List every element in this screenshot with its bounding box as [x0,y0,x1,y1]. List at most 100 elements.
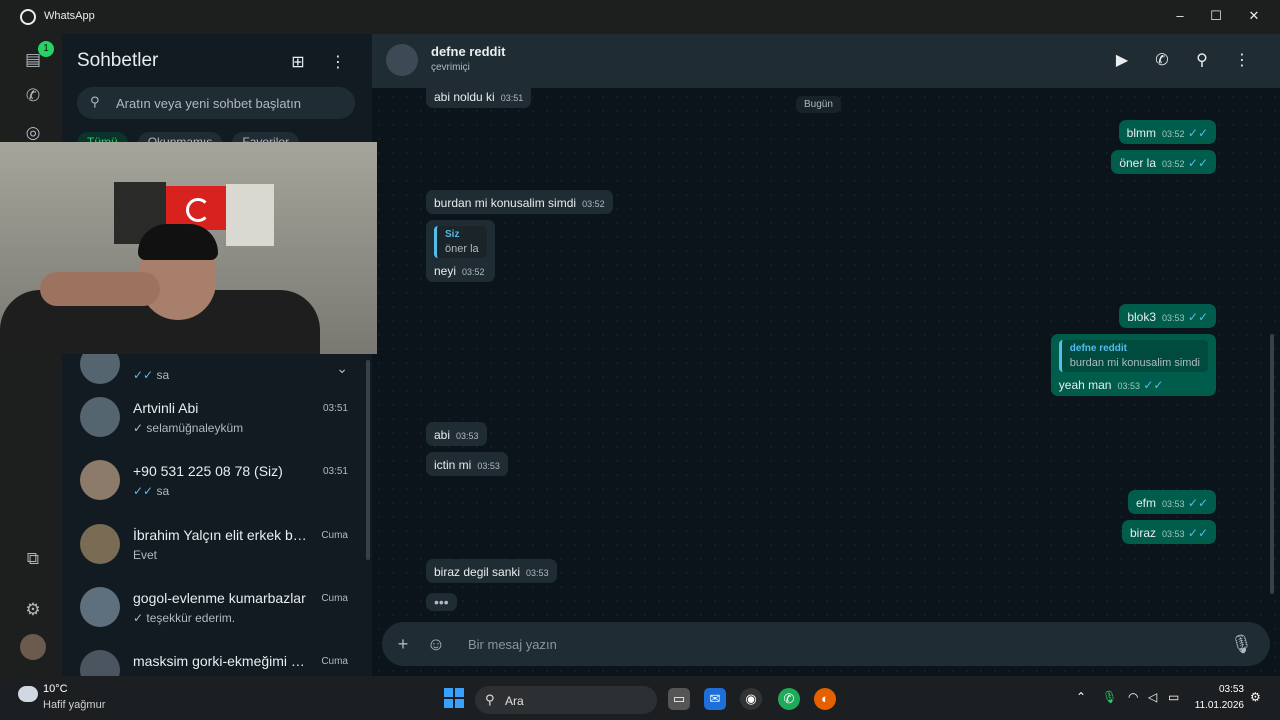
message-outgoing[interactable]: blmm 03:52 ✓✓ [1118,120,1216,144]
contact-status: çevrimiçi [431,62,470,73]
mic-icon[interactable]: 🎙 [1230,633,1253,655]
battery-icon[interactable]: ▭ [1168,690,1179,704]
chat-name: masksim gorki-ekmeğimi ka... [133,653,308,669]
clock-date[interactable]: 11.01.2026 [1190,700,1244,711]
poster [226,184,274,246]
attach-icon[interactable]: + [392,633,414,655]
weather-icon[interactable] [18,686,38,702]
new-chat-icon[interactable]: ⊞ [287,52,309,74]
volume-icon[interactable]: ◁ [1148,690,1157,704]
sticker-icon[interactable]: ☺ [425,633,447,655]
avatar [80,397,120,437]
search-icon: ⚲ [485,692,495,707]
notification-icon[interactable]: ⚙ [1250,690,1261,704]
message-outgoing[interactable]: efm 03:53 ✓✓ [1128,490,1216,514]
profile-avatar[interactable] [20,634,46,660]
chevron-down-icon[interactable]: ⌄ [336,360,348,377]
video-call-icon[interactable]: ▶ [1111,50,1133,72]
message-incoming-reply[interactable]: Siz öner la neyi 03:52 [426,220,495,282]
avatar [80,524,120,564]
minimize-button[interactable]: – [1170,6,1190,26]
chat-last-message: ✓ selamüğnaleyküm [133,421,244,435]
contact-name[interactable]: defne reddit [431,44,505,59]
panel-title: Sohbetler [77,50,159,71]
windows-taskbar: 10°C Hafif yağmur ⚲ Ara ▭ ✉ ◉ ✆ ◐ ⌃ 🎙 ◠ … [0,676,1280,720]
conversation-scrollbar[interactable] [1270,334,1274,594]
weather-desc[interactable]: Hafif yağmur [43,699,105,711]
tools-icon[interactable]: ⧉ [20,546,46,572]
search-icon: ⚲ [90,94,100,109]
firefox-icon[interactable]: ◐ [814,688,836,710]
taskbar-search-label: Ara [505,694,524,708]
person-hair [138,224,218,260]
taskbar-search[interactable]: ⚲ Ara [475,686,657,714]
chats-unread-badge: 1 [38,41,54,57]
list-item[interactable]: Artvinli Abi 03:51 ✓ selamüğnaleyküm [62,387,362,450]
mic-icon[interactable]: 🎙 [1102,690,1117,704]
quoted-message[interactable]: Siz öner la [434,226,487,258]
list-item[interactable]: İbrahim Yalçın elit erkek ber... Cuma Ev… [62,514,362,577]
weather-temp[interactable]: 10°C [43,683,68,695]
search-icon[interactable]: ⚲ [1191,50,1213,72]
chat-last-message: ✓✓ sa [133,368,170,382]
date-divider: Bugün [796,96,841,113]
calls-icon[interactable]: ✆ [20,83,46,109]
window-titlebar: WhatsApp – ☐ ✕ [0,0,1280,34]
list-item[interactable]: gogol-evlenme kumarbazlar Cuma ✓ teşekkü… [62,577,362,640]
chat-time: 03:51 [322,403,348,414]
quoted-message[interactable]: defne reddit burdan mi konusalim simdi [1058,340,1208,372]
menu-icon[interactable]: ⋮ [1231,50,1253,72]
maximize-button[interactable]: ☐ [1206,6,1226,26]
message-incoming[interactable]: biraz degil sanki 03:53 [426,559,557,583]
sidebar-scrollbar[interactable] [366,360,370,560]
conversation-header: defne reddit çevrimiçi ▶ ✆ ⚲ ⋮ [372,34,1280,88]
avatar [80,460,120,500]
message-outgoing[interactable]: öner la 03:52 ✓✓ [1111,150,1216,174]
chat-name: +90 531 225 08 78 (Siz) [133,463,283,479]
start-icon[interactable] [444,688,464,708]
mail-icon[interactable]: ✉ [704,688,726,710]
message-outgoing-reply[interactable]: defne reddit burdan mi konusalim simdi y… [1050,334,1216,396]
message-outgoing[interactable]: biraz 03:53 ✓✓ [1122,520,1216,544]
nav-rail: ▤ 1 ✆ ◎ ⧉ ⚙ [0,34,62,676]
typing-indicator: ••• [426,593,457,611]
chat-last-message: ✓✓ sa [133,484,170,498]
file-explorer-icon[interactable]: ▭ [668,688,690,710]
message-incoming[interactable]: abi noldu ki 03:51 [426,84,532,108]
search-input[interactable]: ⚲ Aratın veya yeni sohbet başlatın [77,87,355,119]
list-item[interactable]: masksim gorki-ekmeğimi ka... Cuma [62,640,362,676]
contact-avatar[interactable] [386,44,418,76]
conversation-panel: defne reddit çevrimiçi ▶ ✆ ⚲ ⋮ Bugün abi… [372,34,1280,676]
chat-time: Cuma [321,656,348,667]
chat-name: gogol-evlenme kumarbazlar [133,590,306,606]
chrome-icon[interactable]: ◉ [740,688,762,710]
chat-last-message: ✓ teşekkür ederim. [133,611,236,625]
app-title: WhatsApp [44,10,95,22]
whatsapp-taskbar-icon[interactable]: ✆ [778,688,800,710]
chat-name: Artvinli Abi [133,400,199,416]
message-input[interactable]: Bir mesaj yazın [468,637,557,652]
search-placeholder: Aratın veya yeni sohbet başlatın [116,96,302,111]
chat-time: Cuma [321,593,348,604]
composer-box: + ☺ Bir mesaj yazın 🎙 [382,622,1270,666]
voice-call-icon[interactable]: ✆ [1151,50,1173,72]
message-incoming[interactable]: ictin mi 03:53 [426,452,508,476]
whatsapp-icon [20,9,36,25]
list-item[interactable]: +90 531 225 08 78 (Siz) 03:51 ✓✓ sa [62,450,362,513]
menu-icon[interactable]: ⋮ [327,52,349,74]
message-incoming[interactable]: abi 03:53 [426,422,487,446]
chevron-up-icon[interactable]: ⌃ [1076,690,1086,704]
webcam-overlay [0,142,377,354]
message-incoming[interactable]: burdan mi konusalim simdi 03:52 [426,190,613,214]
message-outgoing[interactable]: blok3 03:53 ✓✓ [1119,304,1216,328]
avatar [80,650,120,676]
close-button[interactable]: ✕ [1244,6,1264,26]
chat-list-panel: Sohbetler ⊞ ⋮ ⚲ Aratın veya yeni sohbet … [62,34,372,676]
person-hand [40,272,160,306]
chat-time: Cuma [321,530,348,541]
message-composer: + ☺ Bir mesaj yazın 🎙 [372,620,1280,676]
clock-time[interactable]: 03:53 [1200,684,1244,695]
wifi-icon[interactable]: ◠ [1128,690,1138,704]
chat-name: İbrahim Yalçın elit erkek ber... [133,527,308,543]
settings-icon[interactable]: ⚙ [20,597,46,623]
